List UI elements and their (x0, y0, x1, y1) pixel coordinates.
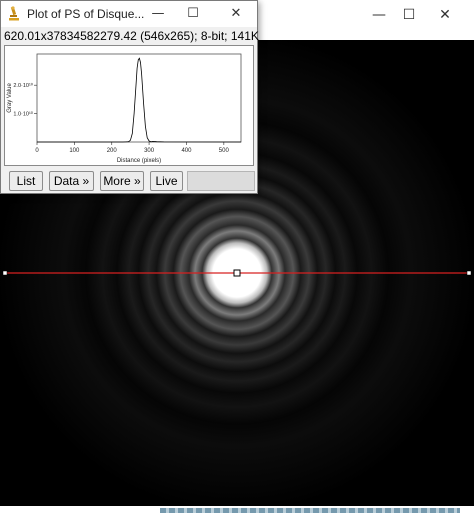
microscope-icon (9, 6, 19, 21)
plot-window-titlebar[interactable]: Plot of PS of Disque... — ☐ ✕ (1, 1, 257, 27)
plot-minimize-button[interactable]: — (147, 4, 169, 24)
x-tick-label: 500 (219, 148, 230, 154)
profile-line-start-handle[interactable] (2, 270, 8, 276)
more-button[interactable]: More » (100, 171, 144, 191)
live-button[interactable]: Live (150, 171, 183, 191)
profile-plot[interactable]: 0 100 200 300 400 500 2.0·10¹⁰ 1.0·10¹⁰ Distance… (4, 45, 254, 166)
x-tick-label: 100 (69, 148, 80, 154)
taskbar-strip (0, 506, 474, 514)
status-field (187, 171, 255, 191)
maximize-button[interactable]: ☐ (399, 5, 419, 25)
plot-close-button[interactable]: ✕ (225, 4, 247, 24)
plot-window-title: Plot of PS of Disque... (27, 7, 145, 21)
y-axis-label: Gray Value (7, 83, 13, 113)
x-tick-label: 300 (144, 148, 155, 154)
profile-plot-chart: 0 100 200 300 400 500 2.0·10¹⁰ 1.0·10¹⁰ Distance… (7, 53, 242, 164)
x-tick-label: 0 (35, 148, 39, 154)
profile-line-center-handle[interactable] (233, 269, 241, 277)
x-tick-label: 400 (181, 148, 192, 154)
list-button[interactable]: List (9, 171, 43, 191)
x-tick-label: 200 (107, 148, 118, 154)
plot-window: Plot of PS of Disque... — ☐ ✕ 620.01x378… (0, 0, 259, 194)
image-window-titlebar: — ☐ ✕ (255, 0, 474, 30)
image-info-text: 620.01x37834582279.42 (546x265); 8-bit; … (4, 29, 259, 43)
close-button[interactable]: ✕ (435, 5, 455, 25)
plot-maximize-button[interactable]: ☐ (182, 4, 204, 24)
x-axis-label: Distance (pixels) (117, 158, 161, 164)
data-button[interactable]: Data » (49, 171, 94, 191)
taskbar-item (160, 508, 460, 513)
minimize-button[interactable]: — (369, 5, 389, 25)
profile-line-end-handle[interactable] (466, 270, 472, 276)
plot-axes-frame (36, 53, 242, 143)
profile-series-line (37, 57, 242, 143)
y-tick-label: 1.0·10¹⁰ (13, 111, 33, 118)
y-tick-label: 2.0·10¹⁰ (13, 82, 33, 89)
